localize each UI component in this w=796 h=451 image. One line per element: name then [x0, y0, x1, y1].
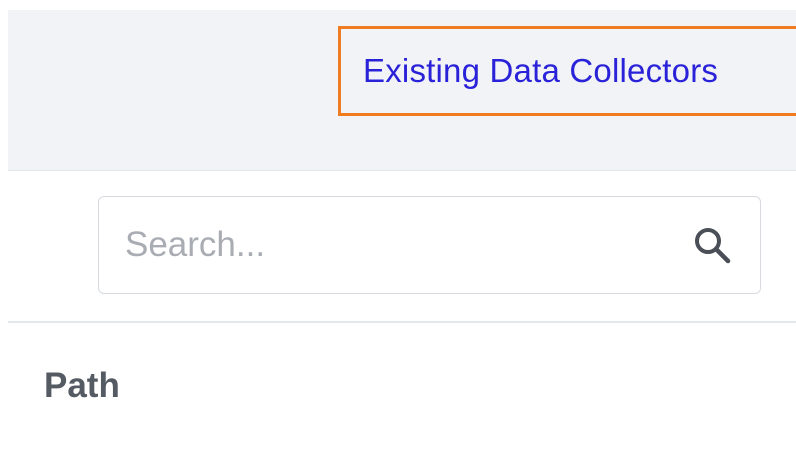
column-header-path[interactable]: Path — [44, 366, 120, 406]
search-icon[interactable] — [690, 223, 736, 269]
tab-existing-data-collectors[interactable]: Existing Data Collectors — [338, 26, 796, 116]
left-edge — [0, 0, 8, 451]
search-box — [98, 196, 761, 294]
search-input[interactable] — [99, 215, 665, 275]
tab-label: Existing Data Collectors — [363, 52, 719, 89]
divider — [8, 321, 796, 323]
